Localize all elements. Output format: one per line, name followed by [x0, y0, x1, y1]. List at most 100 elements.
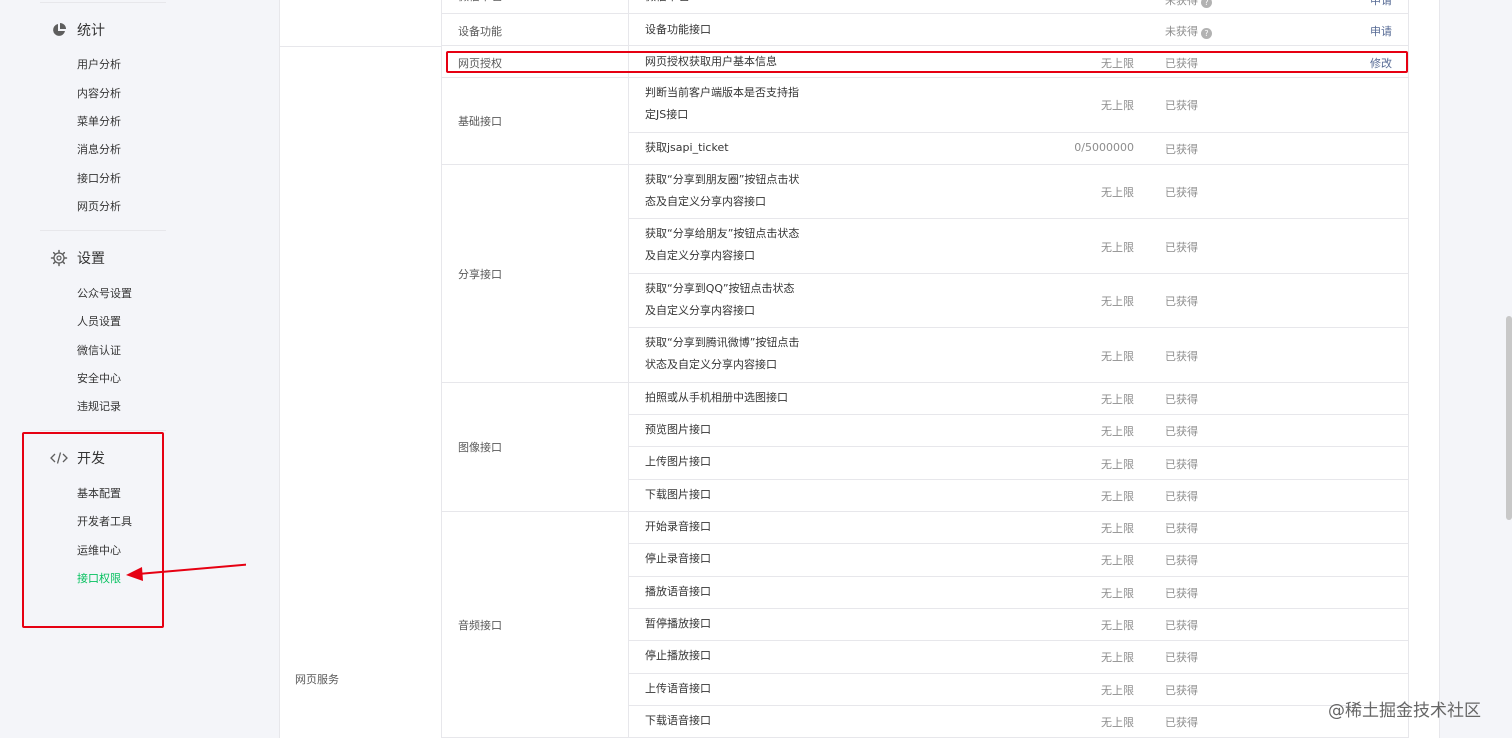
api-name: 设备功能接口	[645, 23, 711, 36]
sidebar-section-stats[interactable]: 统计	[50, 20, 105, 40]
daily-limit: 无上限	[1101, 240, 1134, 254]
daily-limit: 0/5000000	[1074, 140, 1134, 154]
sidebar-item-message-analysis[interactable]: 消息分析	[77, 141, 121, 157]
row-divider	[441, 77, 1408, 78]
daily-limit: 无上限	[1101, 489, 1134, 503]
api-name: 开始录音接口	[645, 520, 711, 533]
sidebar-item-developer-tools[interactable]: 开发者工具	[77, 513, 132, 529]
daily-limit: 无上限	[1101, 586, 1134, 600]
modify-button[interactable]: 修改	[1370, 55, 1392, 71]
status-text: 已获得	[1165, 99, 1198, 113]
row-divider	[628, 414, 1408, 416]
sidebar-section-dev[interactable]: 开发	[50, 448, 105, 468]
sidebar: 统计 用户分析 内容分析 菜单分析 消息分析 接口分析 网页分析 设置 公众号设…	[0, 0, 246, 738]
sidebar-item-user-analysis[interactable]: 用户分析	[77, 56, 121, 72]
watermark: @稀土掘金技术社区	[1328, 701, 1481, 721]
sidebar-item-wechat-verification[interactable]: 微信认证	[77, 342, 121, 358]
api-name: 预览图片接口	[645, 423, 711, 437]
api-name: 微信卡包	[645, 0, 689, 8]
daily-limit: 无上限	[1101, 425, 1134, 439]
daily-limit: 无上限	[1101, 522, 1134, 536]
column-divider	[628, 0, 629, 738]
group-label: 微信卡包	[458, 0, 502, 8]
sidebar-section-title: 设置	[77, 251, 105, 267]
help-icon[interactable]: ?	[1201, 0, 1212, 8]
row-divider	[628, 478, 1408, 480]
status-text: 已获得	[1165, 295, 1198, 309]
sidebar-item-violation-records[interactable]: 违规记录	[77, 398, 121, 414]
group-label: 基础接口	[458, 115, 502, 129]
daily-limit: 无上限	[1101, 57, 1134, 70]
api-name: 暂停播放接口	[645, 616, 711, 630]
api-name: 获取“分享给朋友”按钮点击状态	[645, 227, 800, 241]
status-text: 已获得	[1165, 651, 1198, 665]
status-text: 未获得?	[1165, 0, 1212, 8]
api-permission-table	[279, 0, 1440, 738]
sidebar-divider	[40, 430, 166, 431]
sidebar-item-basic-config[interactable]: 基本配置	[77, 485, 121, 501]
status-text: 已获得	[1165, 683, 1198, 697]
daily-limit: 无上限	[1101, 619, 1134, 633]
sidebar-item-security-center[interactable]: 安全中心	[77, 370, 121, 386]
help-icon[interactable]: ?	[1201, 28, 1212, 39]
status-text: 已获得	[1165, 457, 1198, 471]
sidebar-item-api-analysis[interactable]: 接口分析	[77, 170, 121, 186]
apply-button[interactable]: 申请	[1370, 23, 1392, 39]
row-divider	[628, 607, 1408, 609]
status-text: 已获得	[1165, 586, 1198, 600]
status-text: 已获得	[1165, 425, 1198, 439]
sidebar-item-api-permissions[interactable]: 接口权限	[77, 570, 121, 586]
api-name: 上传图片接口	[645, 455, 711, 469]
pie-chart-icon	[50, 21, 68, 39]
status-text: 已获得	[1165, 57, 1198, 70]
daily-limit: 无上限	[1101, 349, 1134, 363]
api-name: 状态及自定义分享内容接口	[645, 358, 777, 372]
row-divider	[628, 575, 1408, 577]
column-divider	[1408, 0, 1409, 738]
row-divider	[441, 163, 1408, 165]
code-icon	[50, 449, 68, 467]
api-name: 拍照或从手机相册中选图接口	[645, 390, 788, 404]
sidebar-item-menu-analysis[interactable]: 菜单分析	[77, 113, 121, 129]
api-name: 获取jsapi_ticket	[645, 140, 729, 154]
status-text: 已获得	[1165, 554, 1198, 568]
row-divider	[441, 511, 1408, 512]
row-divider	[441, 381, 1408, 383]
api-name: 停止播放接口	[645, 649, 711, 663]
category-divider	[279, 46, 441, 47]
sidebar-item-account-settings[interactable]: 公众号设置	[77, 285, 132, 301]
api-name: 网页授权获取用户基本信息	[645, 55, 777, 68]
sidebar-item-ops-center[interactable]: 运维中心	[77, 542, 121, 558]
sidebar-divider	[40, 230, 166, 231]
status-text: 已获得	[1165, 392, 1198, 406]
group-label: 图像接口	[458, 441, 502, 455]
sidebar-item-content-analysis[interactable]: 内容分析	[77, 85, 121, 101]
row-divider	[628, 218, 1408, 220]
api-name: 定JS接口	[645, 108, 689, 121]
sidebar-item-web-analysis[interactable]: 网页分析	[77, 198, 121, 214]
apply-button[interactable]: 申请	[1370, 0, 1392, 8]
api-name: 播放语音接口	[645, 584, 711, 598]
api-name: 及自定义分享内容接口	[645, 303, 755, 317]
daily-limit: 无上限	[1101, 295, 1134, 309]
daily-limit: 无上限	[1101, 186, 1134, 200]
status-text: 已获得	[1165, 489, 1198, 503]
row-divider	[628, 327, 1408, 329]
row-divider	[628, 131, 1408, 133]
status-text: 未获得?	[1165, 23, 1212, 39]
api-name: 停止录音接口	[645, 552, 711, 566]
api-name: 下载语音接口	[645, 713, 711, 727]
status-text: 已获得	[1165, 619, 1198, 633]
category-label: 网页服务	[295, 673, 339, 686]
row-divider	[628, 272, 1408, 274]
daily-limit: 无上限	[1101, 99, 1134, 113]
sidebar-item-member-settings[interactable]: 人员设置	[77, 313, 121, 329]
api-name: 及自定义分享内容接口	[645, 249, 755, 263]
status-text: 已获得	[1165, 349, 1198, 363]
row-divider	[628, 543, 1408, 545]
sidebar-section-settings[interactable]: 设置	[50, 248, 105, 268]
vertical-scrollbar[interactable]	[1506, 316, 1512, 520]
api-name: 获取“分享到朋友圈”按钮点击状	[645, 172, 800, 186]
status-text: 已获得	[1165, 186, 1198, 200]
row-divider	[628, 446, 1408, 448]
